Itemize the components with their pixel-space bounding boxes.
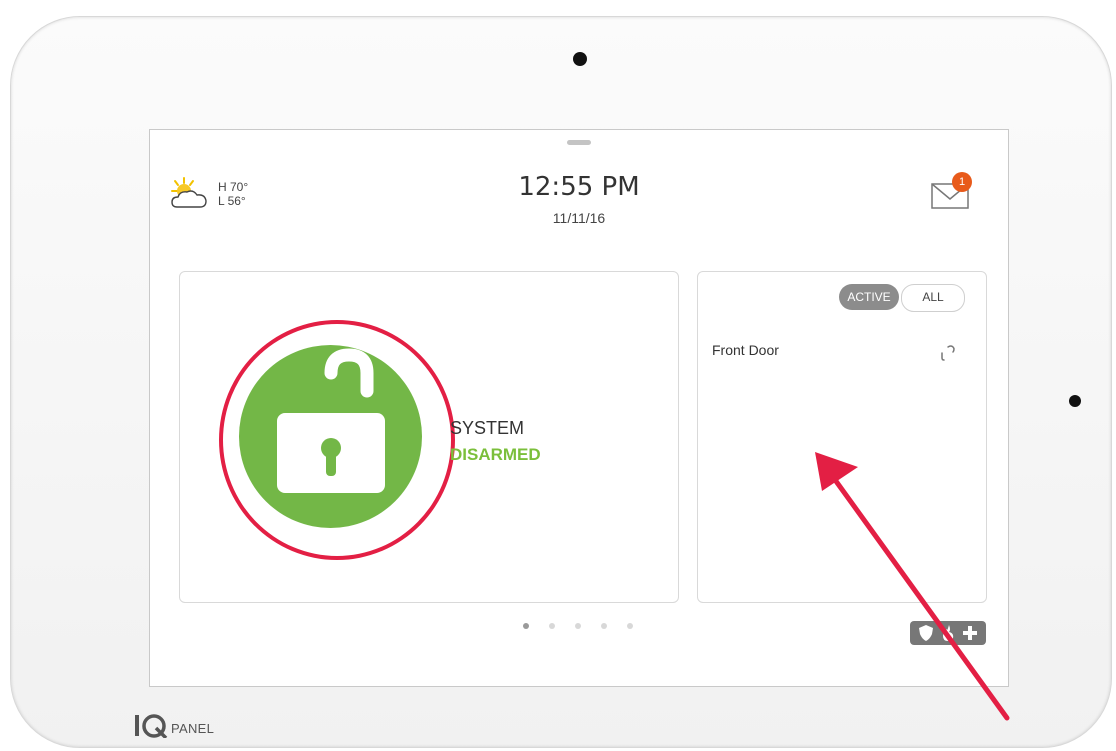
unread-message-badge: 1 <box>952 172 972 192</box>
page-dot-5[interactable] <box>627 623 633 629</box>
filter-active-button[interactable]: ACTIVE <box>839 284 899 310</box>
touchscreen: H 70° L 56° 12:55 PM 11/11/16 1 SYSTEM D… <box>149 129 1009 687</box>
shield-icon <box>919 625 933 641</box>
page-dot-3[interactable] <box>575 623 581 629</box>
emergency-button[interactable] <box>910 621 986 645</box>
fire-icon <box>943 625 954 641</box>
sensor-front-door-label[interactable]: Front Door <box>712 342 779 358</box>
sensor-list-panel: ACTIVE ALL Front Door <box>697 271 987 603</box>
page-dot-2[interactable] <box>549 623 555 629</box>
highlight-ring-annotation <box>219 320 455 560</box>
disarmed-status-label: DISARMED <box>450 445 541 464</box>
open-link-icon <box>941 345 955 361</box>
page-dot-4[interactable] <box>601 623 607 629</box>
page-indicator <box>523 623 641 633</box>
security-panel-device: H 70° L 56° 12:55 PM 11/11/16 1 SYSTEM D… <box>10 16 1112 748</box>
current-date: 11/11/16 <box>552 210 606 226</box>
messages-button[interactable]: 1 <box>930 172 980 212</box>
current-time: 12:55 PM <box>518 172 640 202</box>
brand-name: PANEL <box>171 721 215 736</box>
medical-cross-icon <box>963 626 977 640</box>
pull-down-handle[interactable] <box>567 140 591 145</box>
system-status-label: SYSTEM <box>450 418 525 438</box>
side-sensor <box>1069 395 1081 407</box>
security-status-panel: SYSTEM DISARMED <box>179 271 679 603</box>
camera-lens <box>573 52 587 66</box>
page-dot-1[interactable] <box>523 623 529 629</box>
filter-all-button[interactable]: ALL <box>901 284 965 312</box>
